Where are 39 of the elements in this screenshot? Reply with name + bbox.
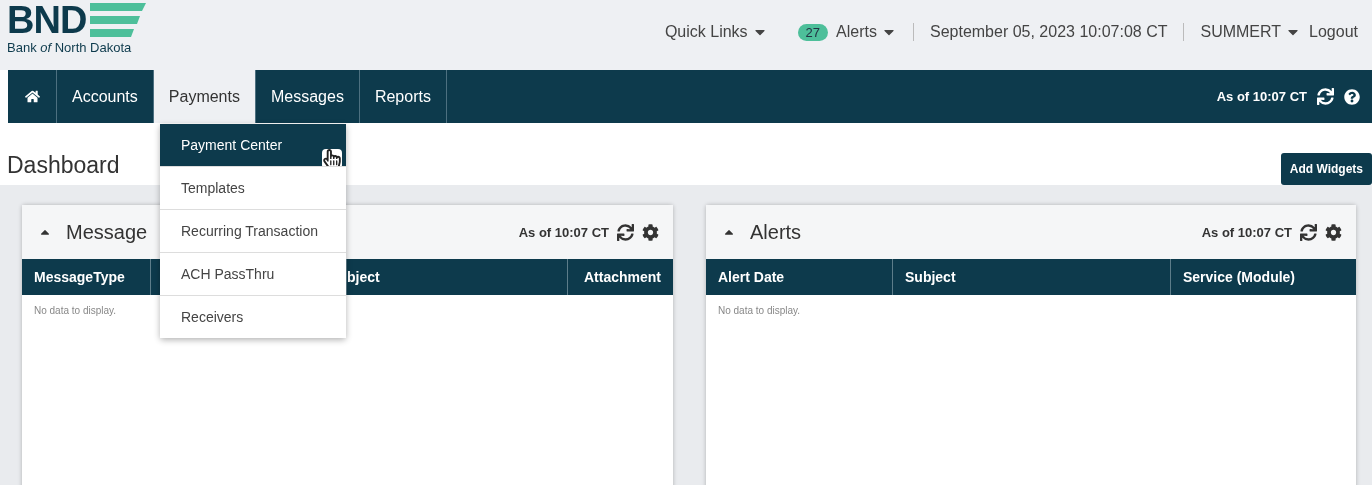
menu-item[interactable]: ACH PassThru bbox=[160, 252, 346, 295]
empty-message: No data to display. bbox=[718, 305, 801, 316]
logout-link[interactable]: Logout bbox=[1309, 23, 1358, 41]
bank-name: Bank of North Dakota bbox=[7, 40, 133, 55]
column-header[interactable]: Alert Date bbox=[706, 259, 892, 295]
nav-tab[interactable]: Messages bbox=[255, 70, 360, 123]
settings-icon[interactable] bbox=[1325, 223, 1342, 241]
column-header[interactable]: Service (Module) bbox=[1170, 259, 1356, 295]
settings-icon[interactable] bbox=[642, 223, 659, 241]
refresh-icon[interactable] bbox=[617, 223, 634, 241]
column-header[interactable]: Attachment bbox=[567, 259, 673, 295]
alerts-menu[interactable]: Alerts bbox=[836, 23, 897, 41]
as-of-time: As of 10:07 CT bbox=[518, 224, 609, 240]
page-title: Dashboard bbox=[7, 152, 120, 179]
as-of-time: As of 10:07 CT bbox=[1216, 89, 1307, 104]
user-menu[interactable]: SUMMERT bbox=[1200, 23, 1302, 41]
column-header[interactable]: MessageType bbox=[22, 259, 150, 295]
logo-stripes-icon bbox=[90, 3, 147, 37]
widget-title: Alerts bbox=[750, 220, 802, 244]
menu-item[interactable]: Payment Center bbox=[160, 124, 346, 166]
add-widgets-button[interactable]: Add Widgets bbox=[1280, 153, 1372, 185]
menu-item[interactable]: Templates bbox=[160, 166, 346, 209]
widget-title: Message bbox=[66, 220, 148, 244]
menu-item[interactable]: Receivers bbox=[160, 295, 346, 338]
column-header[interactable]: Subject bbox=[892, 259, 1170, 295]
current-datetime: September 05, 2023 10:07:08 CT bbox=[929, 23, 1168, 41]
nav-tab[interactable]: Reports bbox=[359, 70, 447, 123]
refresh-icon[interactable] bbox=[1300, 223, 1317, 241]
quick-links-menu[interactable]: Quick Links bbox=[664, 23, 768, 41]
empty-message: No data to display. bbox=[34, 305, 117, 316]
menu-item[interactable]: Recurring Transaction bbox=[160, 209, 346, 252]
hand-cursor-icon bbox=[322, 149, 342, 169]
nav-tab[interactable]: Payments bbox=[153, 70, 256, 123]
refresh-icon[interactable] bbox=[1317, 88, 1334, 105]
help-icon[interactable] bbox=[1344, 88, 1360, 105]
alerts-count-badge: 27 bbox=[797, 23, 829, 41]
as-of-time: As of 10:07 CT bbox=[1201, 224, 1292, 240]
logo-text: BND bbox=[7, 2, 87, 38]
nav-tab[interactable]: Accounts bbox=[57, 70, 154, 123]
